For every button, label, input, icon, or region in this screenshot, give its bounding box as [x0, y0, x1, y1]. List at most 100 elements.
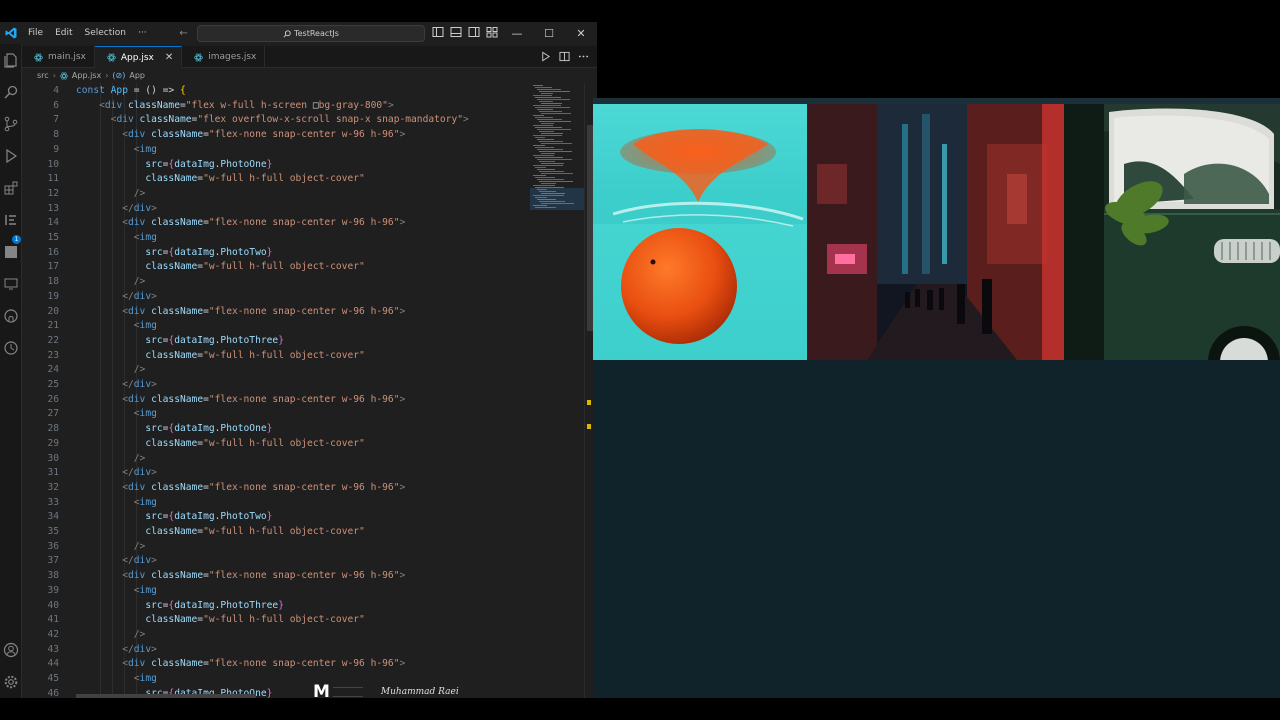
code-line[interactable]: 37 </div> — [22, 554, 530, 569]
timeline-icon[interactable] — [3, 340, 19, 356]
code-line[interactable]: 17 className="w-full h-full object-cover… — [22, 260, 530, 275]
split-editor-icon[interactable] — [559, 51, 570, 62]
minimap-line — [537, 199, 556, 200]
command-center-search[interactable]: TestReactJs — [197, 25, 425, 42]
code-line[interactable]: 30 /> — [22, 452, 530, 467]
toggle-panel-icon[interactable] — [450, 26, 462, 38]
code-text: className="w-full h-full object-cover" — [76, 613, 365, 628]
run-debug-icon[interactable] — [3, 148, 19, 164]
menu-file[interactable]: File — [22, 22, 49, 44]
code-line[interactable]: 12 /> — [22, 187, 530, 202]
minimap-line — [539, 111, 562, 112]
code-line[interactable]: 33 <img — [22, 496, 530, 511]
code-line[interactable]: 34 src={dataImg.PhotoTwo} — [22, 510, 530, 525]
code-line[interactable]: 42 /> — [22, 628, 530, 643]
code-line[interactable]: 14 <div className="flex-none snap-center… — [22, 216, 530, 231]
minimap[interactable] — [530, 83, 584, 698]
code-line[interactable]: 31 </div> — [22, 466, 530, 481]
code-line[interactable]: 18 /> — [22, 275, 530, 290]
code-line[interactable]: 9 <img — [22, 143, 530, 158]
code-line[interactable]: 22 src={dataImg.PhotoThree} — [22, 334, 530, 349]
chevron-right-icon: › — [105, 71, 109, 80]
minimap-line — [535, 207, 556, 208]
code-text: <img — [76, 143, 157, 158]
code-line[interactable]: 27 <img — [22, 407, 530, 422]
tab-images-jsx[interactable]: images.jsx — [182, 46, 266, 68]
menu-edit[interactable]: Edit — [49, 22, 78, 44]
more-actions-icon[interactable] — [578, 51, 589, 62]
minimize-button[interactable]: — — [501, 22, 533, 44]
code-line[interactable]: 28 src={dataImg.PhotoOne} — [22, 422, 530, 437]
tab-app-jsx[interactable]: App.jsx ✕ — [94, 46, 183, 68]
code-line[interactable]: 32 <div className="flex-none snap-center… — [22, 481, 530, 496]
code-line[interactable]: 38 <div className="flex-none snap-center… — [22, 569, 530, 584]
search-sidebar-icon[interactable] — [3, 84, 19, 100]
code-line[interactable]: 8 <div className="flex-none snap-center … — [22, 128, 530, 143]
extensions-icon[interactable] — [3, 180, 19, 196]
code-token: src — [145, 423, 163, 435]
code-token: App — [110, 85, 128, 96]
watermark-logo: M — [313, 682, 363, 698]
code-line[interactable]: 19 </div> — [22, 290, 530, 305]
code-token: > — [151, 290, 157, 302]
code-line[interactable]: 21 <img — [22, 319, 530, 334]
close-window-button[interactable]: ✕ — [565, 22, 597, 44]
outline-icon[interactable] — [3, 212, 19, 228]
toggle-sidebar-icon[interactable] — [432, 26, 444, 38]
code-line[interactable]: 39 <img — [22, 584, 530, 599]
menu-more[interactable]: ··· — [132, 22, 153, 44]
maximize-button[interactable]: ☐ — [533, 22, 565, 44]
code-line[interactable]: 23 className="w-full h-full object-cover… — [22, 349, 530, 364]
breadcrumb-file[interactable]: App.jsx — [72, 71, 101, 80]
code-line[interactable]: 26 <div className="flex-none snap-center… — [22, 393, 530, 408]
code-line[interactable]: 29 className="w-full h-full object-cover… — [22, 437, 530, 452]
code-line[interactable]: 4 const App = () => { — [22, 84, 530, 99]
code-line[interactable]: 10 src={dataImg.PhotoOne} — [22, 158, 530, 173]
square-extension-icon[interactable] — [3, 244, 19, 260]
code-line[interactable]: 6 <div className="flex w-full h-screen □… — [22, 99, 530, 114]
source-control-icon[interactable] — [3, 116, 19, 132]
code-line[interactable]: 15 <img — [22, 231, 530, 246]
code-line[interactable]: 35 className="w-full h-full object-cover… — [22, 525, 530, 540]
github-icon[interactable] — [3, 308, 19, 324]
code-line[interactable]: 20 <div className="flex-none snap-center… — [22, 305, 530, 320]
code-text: <div className="flex-none snap-center w-… — [76, 305, 405, 320]
code-editor[interactable]: 4 const App = () => {6 <div className="fl… — [22, 83, 530, 698]
menu-selection[interactable]: Selection — [79, 22, 132, 44]
line-number: 42 — [47, 628, 59, 640]
horizontal-scrollbar[interactable] — [76, 694, 256, 698]
settings-gear-icon[interactable] — [3, 674, 19, 690]
tab-close-icon[interactable]: ✕ — [165, 52, 173, 63]
code-text: </div> — [76, 643, 157, 658]
back-arrow-icon[interactable]: ← — [175, 28, 193, 39]
photo-three-car — [1064, 104, 1280, 360]
toggle-secondary-sidebar-icon[interactable] — [468, 26, 480, 38]
breadcrumb-folder[interactable]: src — [37, 71, 49, 80]
breadcrumb-symbol[interactable]: App — [129, 71, 145, 80]
tab-main-jsx[interactable]: main.jsx — [22, 46, 95, 68]
code-line[interactable]: 41 className="w-full h-full object-cover… — [22, 613, 530, 628]
code-line[interactable]: 11 className="w-full h-full object-cover… — [22, 172, 530, 187]
photo-two-city — [807, 104, 1064, 360]
run-icon[interactable] — [540, 51, 551, 62]
customize-layout-icon[interactable] — [486, 26, 498, 38]
code-line[interactable]: 13 </div> — [22, 202, 530, 217]
code-token: PhotoTwo — [220, 246, 267, 258]
remote-explorer-icon[interactable] — [3, 276, 19, 292]
code-line[interactable]: 36 /> — [22, 540, 530, 555]
code-line[interactable]: 40 src={dataImg.PhotoThree} — [22, 599, 530, 614]
code-line[interactable]: 44 <div className="flex-none snap-center… — [22, 657, 530, 672]
explorer-icon[interactable] — [3, 52, 19, 68]
code-text: src={dataImg.PhotoOne} — [76, 422, 272, 437]
code-line[interactable]: 16 src={dataImg.PhotoTwo} — [22, 246, 530, 261]
account-icon[interactable] — [3, 642, 19, 658]
code-line[interactable]: 43 </div> — [22, 643, 530, 658]
code-line[interactable]: 25 </div> — [22, 378, 530, 393]
code-line[interactable]: 24 /> — [22, 363, 530, 378]
code-line[interactable]: 7 <div className="flex overflow-x-scroll… — [22, 113, 530, 128]
